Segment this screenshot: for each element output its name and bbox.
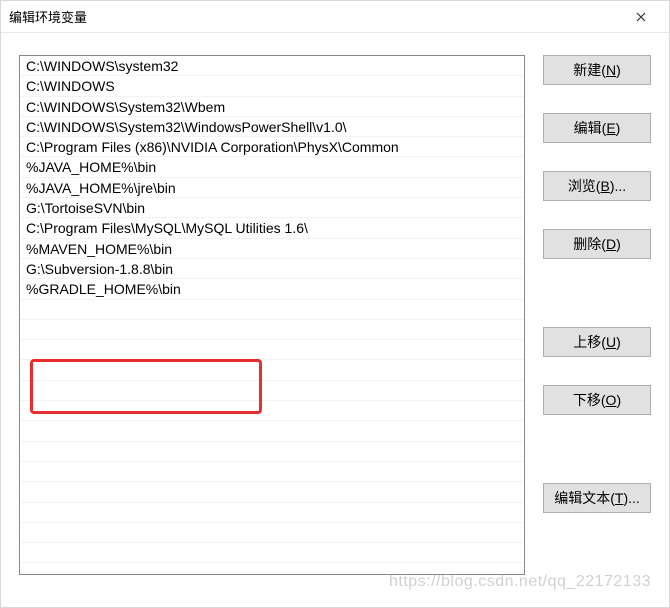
- path-listbox[interactable]: C:\WINDOWS\system32 C:\WINDOWS C:\WINDOW…: [19, 55, 525, 575]
- list-item[interactable]: [20, 360, 524, 380]
- list-item[interactable]: [20, 300, 524, 320]
- list-item[interactable]: [20, 503, 524, 523]
- delete-button[interactable]: 删除(D): [543, 229, 651, 259]
- list-item[interactable]: [20, 442, 524, 462]
- spacer: [543, 367, 651, 375]
- list-item[interactable]: C:\WINDOWS\System32\Wbem: [20, 97, 524, 117]
- edittext-button[interactable]: 编辑文本(T)...: [543, 483, 651, 513]
- list-item[interactable]: C:\Program Files (x86)\NVIDIA Corporatio…: [20, 137, 524, 157]
- list-item[interactable]: [20, 340, 524, 360]
- movedown-button[interactable]: 下移(O): [543, 385, 651, 415]
- list-item[interactable]: C:\WINDOWS\System32\WindowsPowerShell\v1…: [20, 117, 524, 137]
- list-item[interactable]: [20, 482, 524, 502]
- list-item[interactable]: %JAVA_HOME%\bin: [20, 157, 524, 177]
- env-var-dialog: 编辑环境变量 C:\WINDOWS\system32 C:\WINDOWS C:…: [0, 0, 670, 608]
- list-item[interactable]: [20, 421, 524, 441]
- list-item[interactable]: C:\Program Files\MySQL\MySQL Utilities 1…: [20, 218, 524, 238]
- list-item[interactable]: [20, 401, 524, 421]
- list-item[interactable]: [20, 462, 524, 482]
- list-item[interactable]: C:\WINDOWS\system32: [20, 56, 524, 76]
- list-item[interactable]: G:\Subversion-1.8.8\bin: [20, 259, 524, 279]
- button-column: 新建(N) 编辑(E) 浏览(B)... 删除(D) 上移(U) 下移(O) 编…: [543, 55, 651, 597]
- spacer: [543, 269, 651, 317]
- browse-button[interactable]: 浏览(B)...: [543, 171, 651, 201]
- list-item[interactable]: [20, 381, 524, 401]
- spacer: [543, 211, 651, 219]
- list-item[interactable]: G:\TortoiseSVN\bin: [20, 198, 524, 218]
- list-item[interactable]: [20, 320, 524, 340]
- close-button[interactable]: [621, 3, 661, 31]
- spacer: [543, 153, 651, 161]
- dialog-title: 编辑环境变量: [9, 7, 621, 26]
- list-item[interactable]: %MAVEN_HOME%\bin: [20, 239, 524, 259]
- new-button[interactable]: 新建(N): [543, 55, 651, 85]
- list-item[interactable]: %JAVA_HOME%\jre\bin: [20, 178, 524, 198]
- spacer: [543, 95, 651, 103]
- dialog-content: C:\WINDOWS\system32 C:\WINDOWS C:\WINDOW…: [1, 33, 669, 607]
- list-item[interactable]: [20, 523, 524, 543]
- edit-button[interactable]: 编辑(E): [543, 113, 651, 143]
- list-item[interactable]: C:\WINDOWS: [20, 76, 524, 96]
- titlebar: 编辑环境变量: [1, 1, 669, 33]
- close-icon: [636, 12, 646, 22]
- moveup-button[interactable]: 上移(U): [543, 327, 651, 357]
- spacer: [543, 425, 651, 473]
- list-item[interactable]: %GRADLE_HOME%\bin: [20, 279, 524, 299]
- list-item[interactable]: [20, 543, 524, 563]
